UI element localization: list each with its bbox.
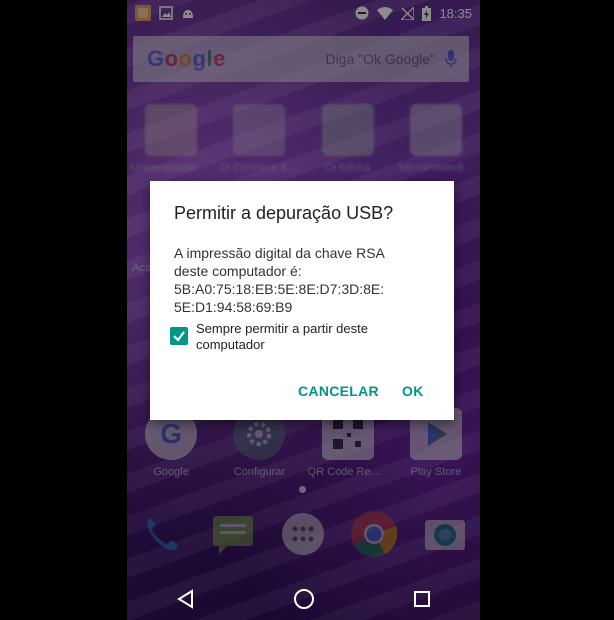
cancel-button[interactable]: CANCELAR (298, 383, 379, 399)
always-allow-checkbox[interactable] (170, 327, 188, 345)
always-allow-label: Sempre permitir a partir deste computado… (196, 321, 368, 352)
always-allow-row[interactable]: Sempre permitir a partir deste computado… (170, 321, 416, 353)
checkmark-icon (173, 331, 185, 342)
rsa-fingerprint: 5B:A0:75:18:EB:5E:8E:D7:3D:8E: (174, 281, 385, 297)
navigation-bar (127, 578, 480, 620)
home-icon[interactable] (293, 588, 315, 610)
back-icon[interactable] (176, 589, 196, 609)
dialog-message: A impressão digital da chave RSA deste c… (174, 244, 434, 316)
recents-icon[interactable] (413, 590, 431, 608)
message-line: deste computador é: (174, 263, 302, 279)
dialog-title: Permitir a depuração USB? (174, 203, 394, 223)
usb-debugging-dialog: Permitir a depuração USB? A impressão di… (150, 181, 454, 420)
rsa-fingerprint: 5E:D1:94:58:69:B9 (174, 299, 293, 315)
ok-button[interactable]: OK (402, 383, 424, 399)
message-line: A impressão digital da chave RSA (174, 245, 385, 261)
